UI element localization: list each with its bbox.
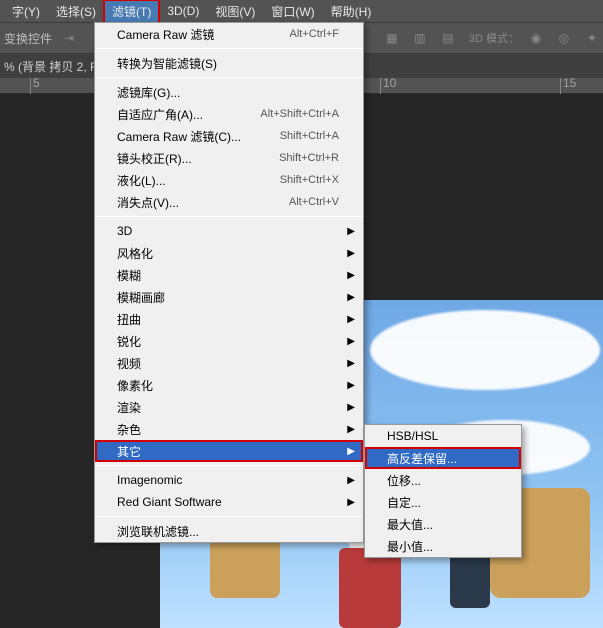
submenu-item-minimum[interactable]: 最小值... [365, 535, 521, 557]
tool-icon[interactable]: ▥ [409, 27, 431, 49]
document-tab[interactable]: % (背景 拷贝 2, F [4, 58, 97, 75]
menu-item-convert-smart[interactable]: 转换为智能滤镜(S) [95, 52, 363, 74]
ruler-tick: 10 [380, 78, 396, 94]
menu-filter[interactable]: 滤镜(T) [104, 0, 159, 23]
chevron-right-icon: ▶ [347, 270, 355, 281]
mode3d-icon[interactable]: ✦ [581, 27, 603, 49]
menu-3d[interactable]: 3D(D) [159, 1, 207, 21]
swap-controls-label: 变换控件 [4, 30, 52, 47]
menu-help[interactable]: 帮助(H) [323, 0, 380, 23]
chevron-right-icon: ▶ [347, 446, 355, 457]
menu-item-liquify[interactable]: 液化(L)...Shift+Ctrl+X [95, 169, 363, 191]
chevron-right-icon: ▶ [347, 475, 355, 486]
ruler-tick: 5 [30, 78, 40, 94]
chevron-right-icon: ▶ [347, 380, 355, 391]
chevron-right-icon: ▶ [347, 292, 355, 303]
filter-other-submenu: HSB/HSL 高反差保留... 位移... 自定... 最大值... 最小值.… [364, 424, 522, 558]
submenu-item-custom[interactable]: 自定... [365, 491, 521, 513]
submenu-item-hsbhsl[interactable]: HSB/HSL [365, 425, 521, 447]
submenu-item-offset[interactable]: 位移... [365, 469, 521, 491]
menu-select[interactable]: 选择(S) [48, 0, 104, 23]
chevron-right-icon: ▶ [347, 314, 355, 325]
tool-icon[interactable]: ▤ [437, 27, 459, 49]
menu-item-red-giant[interactable]: Red Giant Software▶ [95, 491, 363, 513]
menu-item-filter-gallery[interactable]: 滤镜库(G)... [95, 81, 363, 103]
filter-menu: Camera Raw 滤镜Alt+Ctrl+F 转换为智能滤镜(S) 滤镜库(G… [94, 22, 364, 543]
submenu-item-high-pass[interactable]: 高反差保留... [365, 447, 521, 469]
menu-item-imagenomic[interactable]: Imagenomic▶ [95, 469, 363, 491]
chevron-right-icon: ▶ [347, 226, 355, 237]
ruler-tick: 15 [560, 78, 576, 94]
menu-item-blur[interactable]: 模糊▶ [95, 264, 363, 286]
chevron-right-icon: ▶ [347, 358, 355, 369]
menu-window[interactable]: 窗口(W) [263, 0, 322, 23]
menu-item-lens-correction[interactable]: 镜头校正(R)...Shift+Ctrl+R [95, 147, 363, 169]
menu-item-other[interactable]: 其它▶ [95, 440, 363, 462]
submenu-item-maximum[interactable]: 最大值... [365, 513, 521, 535]
menu-view[interactable]: 视图(V) [207, 0, 263, 23]
align-icon[interactable]: ⇥ [58, 27, 80, 49]
chevron-right-icon: ▶ [347, 424, 355, 435]
mode-3d-label: 3D 模式： [469, 30, 519, 46]
menu-item-sharpen[interactable]: 锐化▶ [95, 330, 363, 352]
mode3d-icon[interactable]: ◎ [553, 27, 575, 49]
menu-item-noise[interactable]: 杂色▶ [95, 418, 363, 440]
tool-icon[interactable]: ▦ [381, 27, 403, 49]
chevron-right-icon: ▶ [347, 402, 355, 413]
menu-item-render[interactable]: 渲染▶ [95, 396, 363, 418]
chevron-right-icon: ▶ [347, 497, 355, 508]
chevron-right-icon: ▶ [347, 336, 355, 347]
menu-item-blur-gallery[interactable]: 模糊画廊▶ [95, 286, 363, 308]
menubar: 字(Y) 选择(S) 滤镜(T) 3D(D) 视图(V) 窗口(W) 帮助(H) [0, 0, 603, 22]
menu-item-camera-raw[interactable]: Camera Raw 滤镜(C)...Shift+Ctrl+A [95, 125, 363, 147]
menu-item-pixelate[interactable]: 像素化▶ [95, 374, 363, 396]
menu-text[interactable]: 字(Y) [4, 0, 48, 23]
mode3d-icon[interactable]: ◉ [525, 27, 547, 49]
menu-item-browse-online[interactable]: 浏览联机滤镜... [95, 520, 363, 542]
menu-item-video[interactable]: 视频▶ [95, 352, 363, 374]
menu-item-stylize[interactable]: 风格化▶ [95, 242, 363, 264]
menu-item-last-filter[interactable]: Camera Raw 滤镜Alt+Ctrl+F [95, 23, 363, 45]
menu-item-distort[interactable]: 扭曲▶ [95, 308, 363, 330]
menu-item-vanishing-point[interactable]: 消失点(V)...Alt+Ctrl+V [95, 191, 363, 213]
menu-item-3d[interactable]: 3D▶ [95, 220, 363, 242]
chevron-right-icon: ▶ [347, 248, 355, 259]
menu-item-adaptive-wide[interactable]: 自适应广角(A)...Alt+Shift+Ctrl+A [95, 103, 363, 125]
